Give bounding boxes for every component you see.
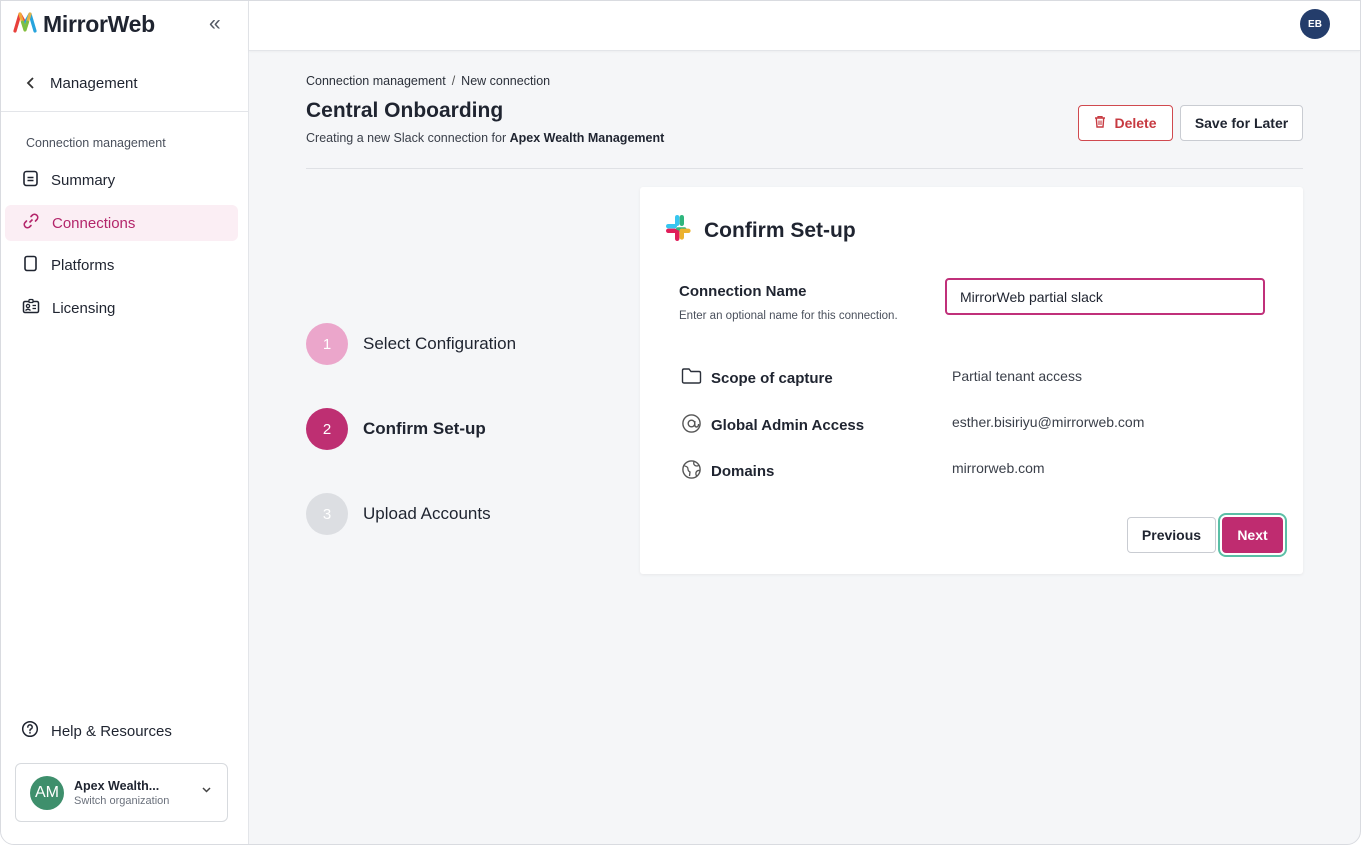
org-avatar: AM (30, 775, 64, 810)
scope-of-capture-label: Scope of capture (681, 367, 833, 389)
divider (1, 111, 249, 112)
step-label: Upload Accounts (363, 504, 491, 523)
step-confirm-setup[interactable]: 2 Confirm Set-up (306, 408, 486, 450)
back-to-management[interactable]: Management (26, 75, 138, 92)
step-label: Confirm Set-up (363, 419, 486, 438)
app-window: MirrorWeb « Management Connection manage… (0, 0, 1361, 845)
confirm-setup-card: Confirm Set-up Connection Name Enter an … (640, 187, 1303, 574)
step-select-configuration[interactable]: 1 Select Configuration (306, 323, 516, 365)
section-label: Connection management (26, 136, 166, 150)
help-resources-link[interactable]: Help & Resources (21, 720, 172, 742)
globe-icon (681, 459, 702, 484)
mirrorweb-logo-icon (13, 10, 37, 39)
brand-name: MirrorWeb (43, 10, 155, 37)
breadcrumb-current: New connection (461, 74, 551, 88)
step-label: Select Configuration (363, 334, 517, 353)
org-name: Apex Wealth... (74, 778, 160, 793)
chevron-left-icon (26, 76, 36, 92)
breadcrumb: Connection management / New connection (306, 74, 550, 88)
device-icon (22, 255, 39, 276)
previous-button[interactable]: Previous (1127, 517, 1216, 553)
organization-switcher[interactable]: AM Apex Wealth... Switch organization (15, 763, 228, 822)
sidebar-item-platforms[interactable]: Platforms (5, 247, 238, 283)
sidebar-item-label: Summary (51, 171, 116, 189)
trash-icon (1094, 115, 1106, 131)
sidebar-item-label: Connections (52, 214, 136, 232)
chevron-down-icon (202, 784, 211, 796)
info-label: Domains (711, 463, 775, 480)
domains-label: Domains (681, 459, 774, 484)
scope-of-capture-value: Partial tenant access (952, 368, 1082, 384)
subtitle-prefix: Creating a new Slack connection for (306, 131, 510, 145)
connection-name-label: Connection Name (679, 283, 807, 300)
step-upload-accounts[interactable]: 3 Upload Accounts (306, 493, 491, 535)
next-button[interactable]: Next (1222, 517, 1283, 553)
sidebar-item-summary[interactable]: Summary (5, 162, 238, 198)
help-label: Help & Resources (51, 722, 172, 740)
page-title: Central Onboarding (306, 99, 504, 122)
info-label: Scope of capture (711, 369, 833, 387)
connection-name-input[interactable] (945, 278, 1265, 315)
delete-label: Delete (1114, 115, 1157, 131)
document-icon (22, 170, 39, 191)
sidebar: MirrorWeb « Management Connection manage… (1, 1, 249, 844)
help-circle-icon (21, 720, 39, 742)
at-sign-icon (681, 413, 702, 438)
sidebar-item-licensing[interactable]: Licensing (5, 290, 238, 326)
org-switch-hint: Switch organization (74, 794, 170, 807)
subtitle-org: Apex Wealth Management (509, 131, 665, 145)
domains-value: mirrorweb.com (952, 460, 1045, 476)
topbar: EB (249, 1, 1360, 51)
global-admin-access-label: Global Admin Access (681, 413, 864, 438)
slack-logo-icon (664, 213, 694, 249)
back-label: Management (50, 75, 138, 92)
global-admin-access-value: esther.bisiriyu@mirrorweb.com (952, 414, 1145, 430)
id-card-icon (22, 298, 40, 319)
card-title: Confirm Set-up (664, 213, 856, 249)
connection-name-help: Enter an optional name for this connecti… (679, 310, 898, 322)
folder-icon (681, 367, 702, 389)
info-label: Global Admin Access (711, 417, 865, 434)
step-number: 1 (306, 323, 348, 365)
card-title-text: Confirm Set-up (704, 219, 856, 242)
page-subtitle: Creating a new Slack connection for Apex… (306, 131, 664, 145)
step-number: 3 (306, 493, 348, 535)
link-icon (22, 212, 40, 234)
sidebar-item-connections[interactable]: Connections (5, 205, 238, 241)
header-divider (306, 168, 1303, 169)
collapse-sidebar-icon[interactable]: « (209, 13, 221, 35)
sidebar-item-label: Platforms (51, 256, 115, 274)
sidebar-item-label: Licensing (52, 299, 116, 317)
breadcrumb-parent[interactable]: Connection management (306, 74, 446, 88)
user-avatar[interactable]: EB (1300, 9, 1330, 39)
save-for-later-button[interactable]: Save for Later (1180, 105, 1303, 141)
step-number: 2 (306, 408, 348, 450)
breadcrumb-separator: / (451, 74, 456, 88)
delete-button[interactable]: Delete (1078, 105, 1173, 141)
brand[interactable]: MirrorWeb (13, 10, 155, 38)
